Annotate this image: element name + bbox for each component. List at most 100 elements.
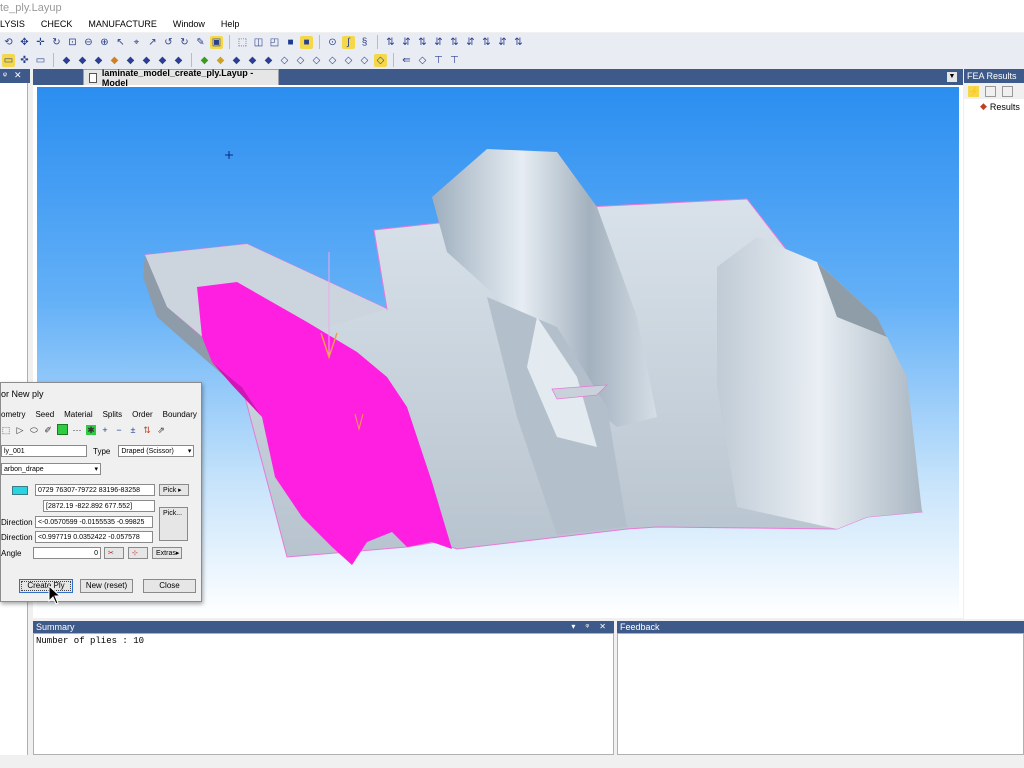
ply-flat7-icon[interactable]: ◇ — [374, 53, 387, 67]
layer-blue3-icon[interactable]: ◆ — [92, 54, 105, 67]
ply-stack-icon[interactable]: ◆ — [230, 54, 243, 67]
export-icon[interactable]: ⇗ — [156, 425, 166, 435]
layer-blue4-icon[interactable]: ◆ — [124, 54, 137, 67]
ply-flat2-icon[interactable]: ◇ — [294, 54, 307, 67]
orbit-icon[interactable]: ↻ — [178, 36, 191, 49]
minus-icon[interactable]: − — [114, 425, 124, 435]
axis-xz-icon[interactable]: ⇵ — [464, 36, 477, 49]
folder-icon[interactable]: ▭ — [2, 53, 15, 67]
ply-flat6-icon[interactable]: ◇ — [358, 54, 371, 67]
close-button[interactable]: Close — [143, 579, 196, 593]
flat-pattern-icon[interactable]: ◇ — [416, 54, 429, 67]
extras-button[interactable]: Extras▸ — [152, 547, 182, 559]
axis-z-icon[interactable]: ⇅ — [416, 36, 429, 49]
select-icon[interactable]: ↗ — [146, 36, 159, 49]
layer-blue1-icon[interactable]: ◆ — [60, 54, 73, 67]
menu-manufacture[interactable]: MANUFACTURE — [80, 16, 165, 32]
pick-button[interactable]: Pick ▸ — [159, 484, 189, 496]
tab-order[interactable]: Order — [132, 410, 152, 419]
ply-color-swatch[interactable] — [12, 485, 28, 495]
lasso-icon[interactable]: ⬭ — [29, 425, 39, 435]
poly-select-icon[interactable]: ▷ — [15, 425, 25, 435]
pan-icon[interactable]: ✥ — [18, 36, 31, 49]
sort-icon[interactable]: ⇅ — [142, 425, 152, 435]
axis-x-icon[interactable]: ⇅ — [384, 36, 397, 49]
cube-iso-icon[interactable]: ◰ — [268, 36, 281, 49]
window-icon[interactable] — [1002, 85, 1013, 97]
plus-icon[interactable]: + — [100, 425, 110, 435]
screen-icon[interactable]: ▭ — [34, 54, 47, 67]
cube-solid-icon[interactable]: ■ — [284, 36, 297, 49]
tab-splits[interactable]: Splits — [103, 410, 123, 419]
lightning-icon[interactable]: ⚡ — [968, 85, 979, 97]
ply-green-icon[interactable]: ◆ — [198, 54, 211, 67]
fill-color-icon[interactable] — [57, 424, 68, 435]
zoom-in-icon[interactable]: ⊕ — [98, 36, 111, 49]
plus-minus-icon[interactable]: ± — [128, 425, 138, 435]
angle-picker-icon[interactable]: ✂ — [104, 547, 124, 559]
layer-blue5-icon[interactable]: ◆ — [140, 54, 153, 67]
panel-controls-icon[interactable]: ▾ ᵠ ✕ — [571, 621, 610, 633]
axis-xy-icon[interactable]: ⇵ — [432, 36, 445, 49]
direction1-field[interactable]: <-0.0570599 -0.0155535 -0.99825 — [35, 516, 153, 528]
more-icon[interactable]: ⋯ — [72, 425, 82, 435]
create-ply-button[interactable]: Create Ply — [19, 579, 73, 593]
tab-boundary[interactable]: Boundary — [163, 410, 197, 419]
tree-item-results[interactable]: ◆ Results — [980, 101, 1020, 112]
zoom-window-icon[interactable]: ⊡ — [66, 36, 79, 49]
ply-stack3-icon[interactable]: ◆ — [262, 54, 275, 67]
sketch-icon[interactable]: ✎ — [194, 36, 207, 49]
seed-point-field[interactable]: [2872.19 -822.892 677.552] — [43, 500, 155, 512]
grid-icon[interactable]: ✱ — [86, 424, 96, 435]
tab-model[interactable]: laminate_model_create_ply.Layup - Model — [83, 68, 279, 88]
axis-yz-icon[interactable]: ⇅ — [448, 36, 461, 49]
layer-blue7-icon[interactable]: ◆ — [172, 54, 185, 67]
ply-flat4-icon[interactable]: ◇ — [326, 54, 339, 67]
ply-flat5-icon[interactable]: ◇ — [342, 54, 355, 67]
frame-icon[interactable]: ▣ — [210, 35, 223, 49]
spin-icon[interactable]: ↺ — [162, 36, 175, 49]
axis-all-icon[interactable]: ⇅ — [512, 36, 525, 49]
ply-yellow-icon[interactable]: ◆ — [214, 54, 227, 67]
direction2-field[interactable]: <0.997719 0.0352422 -0.057578 — [35, 531, 153, 543]
tab-seed[interactable]: Seed — [35, 410, 54, 419]
chevron-down-icon[interactable]: ▼ — [947, 72, 957, 82]
menu-check[interactable]: CHECK — [33, 16, 81, 32]
axis-rev-icon[interactable]: ⇵ — [496, 36, 509, 49]
type-select[interactable]: Draped (Scissor) ▾ — [118, 445, 195, 457]
ply-flat3-icon[interactable]: ◇ — [310, 54, 323, 67]
target-icon[interactable]: ⊹ — [128, 547, 148, 559]
new-reset-button[interactable]: New (reset) — [80, 579, 133, 593]
cube-wire-icon[interactable]: ⬚ — [236, 36, 249, 49]
ply-stack2-icon[interactable]: ◆ — [246, 54, 259, 67]
pick-icon[interactable]: ↖ — [114, 36, 127, 49]
rotate-icon[interactable]: ⟲ — [2, 36, 15, 49]
pin-icon[interactable]: ᵠ — [3, 70, 7, 80]
menu-analysis[interactable]: LYSIS — [0, 16, 33, 32]
brush-icon[interactable]: ✐ — [43, 425, 53, 435]
rect-select-icon[interactable]: ⬚ — [1, 425, 11, 435]
rotate-axis-icon[interactable]: ↻ — [50, 36, 63, 49]
tab-material[interactable]: Material — [64, 410, 92, 419]
layer-blue2-icon[interactable]: ◆ — [76, 54, 89, 67]
menu-window[interactable]: Window — [165, 16, 213, 32]
measure-icon[interactable]: ⌖ — [130, 36, 143, 49]
export-icon[interactable]: ⇚ — [400, 54, 413, 67]
layer-blue6-icon[interactable]: ◆ — [156, 54, 169, 67]
axis-iso-icon[interactable]: ⇅ — [480, 36, 493, 49]
axis-y-icon[interactable]: ⇵ — [400, 36, 413, 49]
pick-direction-button[interactable]: Pick... — [159, 507, 188, 541]
menu-help[interactable]: Help — [213, 16, 248, 32]
layer-orange-icon[interactable]: ◆ — [108, 54, 121, 67]
move-icon[interactable]: ✛ — [34, 36, 47, 49]
tape2-icon[interactable]: ⊤ — [448, 54, 461, 67]
target-icon[interactable]: ⊙ — [326, 36, 339, 49]
ply-name-input[interactable]: ly_001 — [1, 445, 87, 457]
zoom-out-icon[interactable]: ⊖ — [82, 36, 95, 49]
cube-shaded-icon[interactable]: ■ — [300, 35, 313, 49]
tape-icon[interactable]: ⊤ — [432, 54, 445, 67]
origin-icon[interactable]: ✜ — [18, 54, 31, 67]
close-icon[interactable]: ✕ — [14, 70, 22, 81]
element-list-field[interactable]: 0729 76307-79722 83196-83258 — [35, 484, 155, 496]
material-select[interactable]: arbon_drape ▾ — [1, 463, 101, 475]
